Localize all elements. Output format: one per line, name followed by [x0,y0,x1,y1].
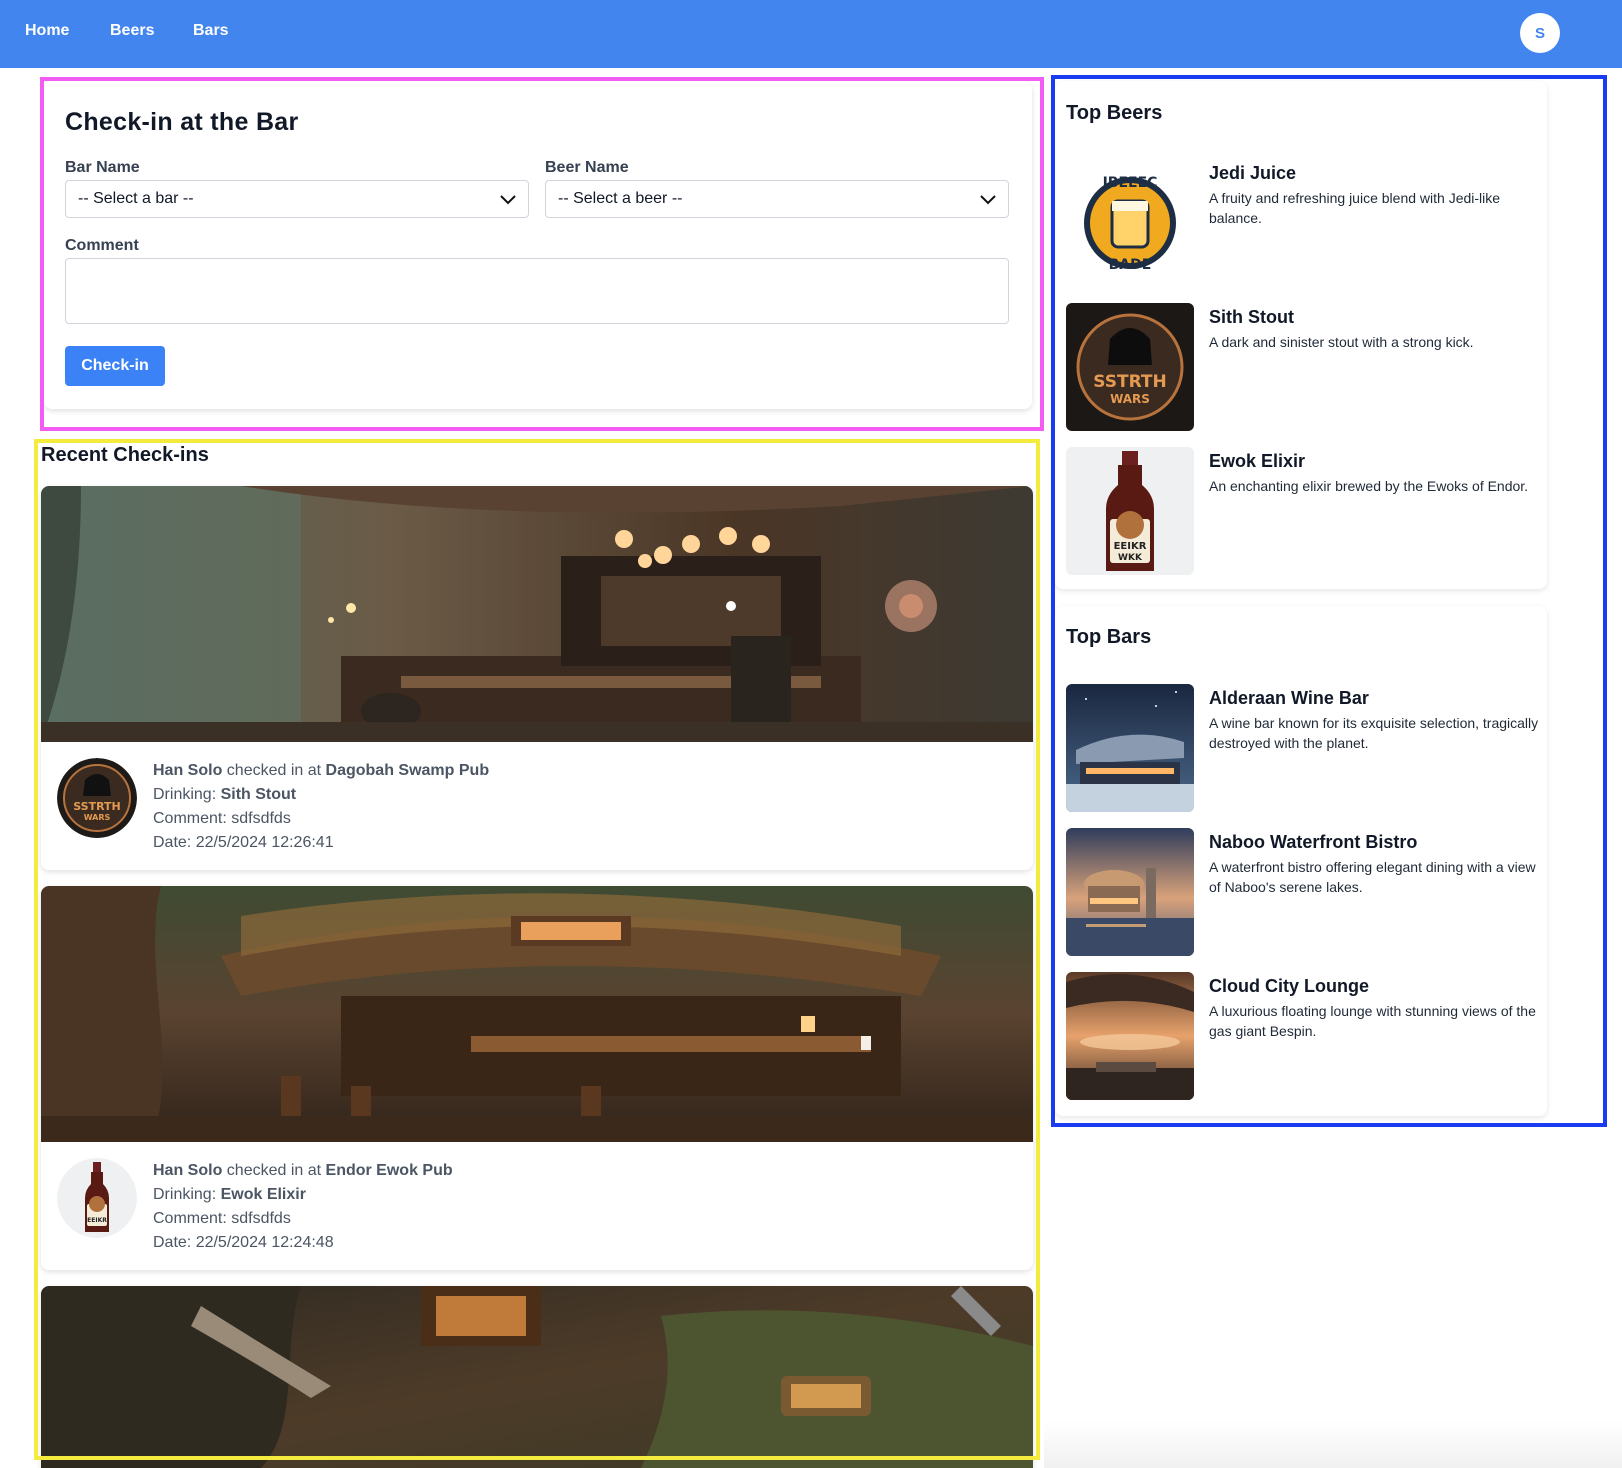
drinking-label: Drinking: [153,1186,221,1203]
top-bar-name[interactable]: Cloud City Lounge [1209,976,1369,997]
jedi-juice-badge-icon: JBEEEC BADE [1066,159,1194,287]
checkin-comment: Comment: sdfsdfds [153,1210,291,1227]
navbar: Home Beers Bars S [0,0,1622,68]
checkin-title: Check-in at the Bar [65,108,299,136]
svg-text:WARS: WARS [1110,392,1150,406]
checkin-connector-text: checked in at [222,762,326,779]
nav-beers-link[interactable]: Beers [110,22,154,40]
nav-bars-link[interactable]: Bars [193,22,229,40]
top-beer-desc: A fruity and refreshing juice blend with… [1209,190,1501,226]
recent-checkins-title: Recent Check-ins [41,444,209,466]
beer-name-label: Beer Name [545,159,629,176]
bar-select[interactable]: -- Select a bar -- [65,180,529,218]
svg-text:JBEEEC: JBEEEC [1102,175,1158,191]
checkin-connector-text: checked in at [222,1162,326,1179]
svg-text:WARS: WARS [84,813,111,822]
bar-photo-endor-ewok-pub [41,886,1033,1142]
bar-name-label: Bar Name [65,159,140,176]
sith-stout-logo-icon: SSTRTH WARS [57,758,137,838]
checkin-card-item: EEIKR Han Solo checked in at Endor Ewok … [41,886,1033,1270]
checkin-headline: Han Solo checked in at Endor Ewok Pub [153,1162,453,1180]
checkin-drinking: Drinking: Ewok Elixir [153,1186,306,1204]
checkin-bar-name: Dagobah Swamp Pub [325,762,490,779]
checkin-beer-name: Sith Stout [220,786,297,803]
top-bar-desc: A waterfront bistro offering elegant din… [1209,859,1536,895]
checkin-submit-button[interactable]: Check-in [65,346,165,386]
top-bar-name[interactable]: Alderaan Wine Bar [1209,688,1369,709]
checkin-user: Han Solo [153,762,223,779]
svg-text:SSTRTH: SSTRTH [1093,372,1166,392]
checkin-bar-name: Endor Ewok Pub [325,1162,453,1179]
top-beers-title: Top Beers [1066,102,1163,124]
checkin-user: Han Solo [153,1162,223,1179]
bar-photo-dagobah-swamp-pub [41,486,1033,742]
svg-text:EEIKR: EEIKR [1114,541,1147,552]
alderaan-wine-bar-photo [1066,684,1194,812]
beer-select-value: -- Select a beer -- [558,190,683,207]
checkin-beer-name: Ewok Elixir [220,1186,306,1203]
checkin-drinking: Drinking: Sith Stout [153,786,296,804]
top-beer-desc: A dark and sinister stout with a strong … [1209,334,1474,350]
sith-stout-logo-icon: SSTRTH WARS [1066,303,1194,431]
chevron-down-icon [500,195,516,205]
svg-text:EEIKR: EEIKR [87,1217,107,1224]
top-bar-name[interactable]: Naboo Waterfront Bistro [1209,832,1417,853]
checkin-headline: Han Solo checked in at Dagobah Swamp Pub [153,762,489,780]
checkin-card-item [41,1286,1033,1468]
drinking-label: Drinking: [153,786,221,803]
svg-text:WKK: WKK [1118,553,1143,563]
top-beer-name[interactable]: Jedi Juice [1209,163,1296,184]
svg-text:BADE: BADE [1109,257,1152,273]
checkin-date: Date: 22/5/2024 12:26:41 [153,834,334,851]
top-bar-desc: A luxurious floating lounge with stunnin… [1209,1003,1536,1039]
bottom-fade [1044,1420,1622,1468]
ewok-elixir-bottle-icon: EEIKR [57,1158,137,1238]
top-bars-title: Top Bars [1066,626,1152,648]
bar-select-value: -- Select a bar -- [78,190,194,207]
top-beer-name[interactable]: Ewok Elixir [1209,451,1305,472]
checkin-date: Date: 22/5/2024 12:24:48 [153,1234,334,1251]
naboo-waterfront-bistro-photo [1066,828,1194,956]
chevron-down-icon [980,195,996,205]
top-beer-name[interactable]: Sith Stout [1209,307,1294,328]
comment-textarea[interactable] [65,258,1009,324]
user-avatar[interactable]: S [1520,13,1560,53]
bar-photo-partial [41,1286,1033,1468]
beer-select[interactable]: -- Select a beer -- [545,180,1009,218]
svg-text:SSTRTH: SSTRTH [73,800,121,813]
top-bar-desc: A wine bar known for its exquisite selec… [1209,715,1539,751]
checkin-card-item: SSTRTH WARS Han Solo checked in at Dagob… [41,486,1033,870]
comment-label: Comment [65,237,139,254]
cloud-city-lounge-photo [1066,972,1194,1100]
ewok-elixir-bottle-icon: EEIKR WKK [1066,447,1194,575]
nav-home-link[interactable]: Home [25,22,69,40]
checkin-comment: Comment: sdfsdfds [153,810,291,827]
top-beer-desc: An enchanting elixir brewed by the Ewoks… [1209,478,1529,494]
